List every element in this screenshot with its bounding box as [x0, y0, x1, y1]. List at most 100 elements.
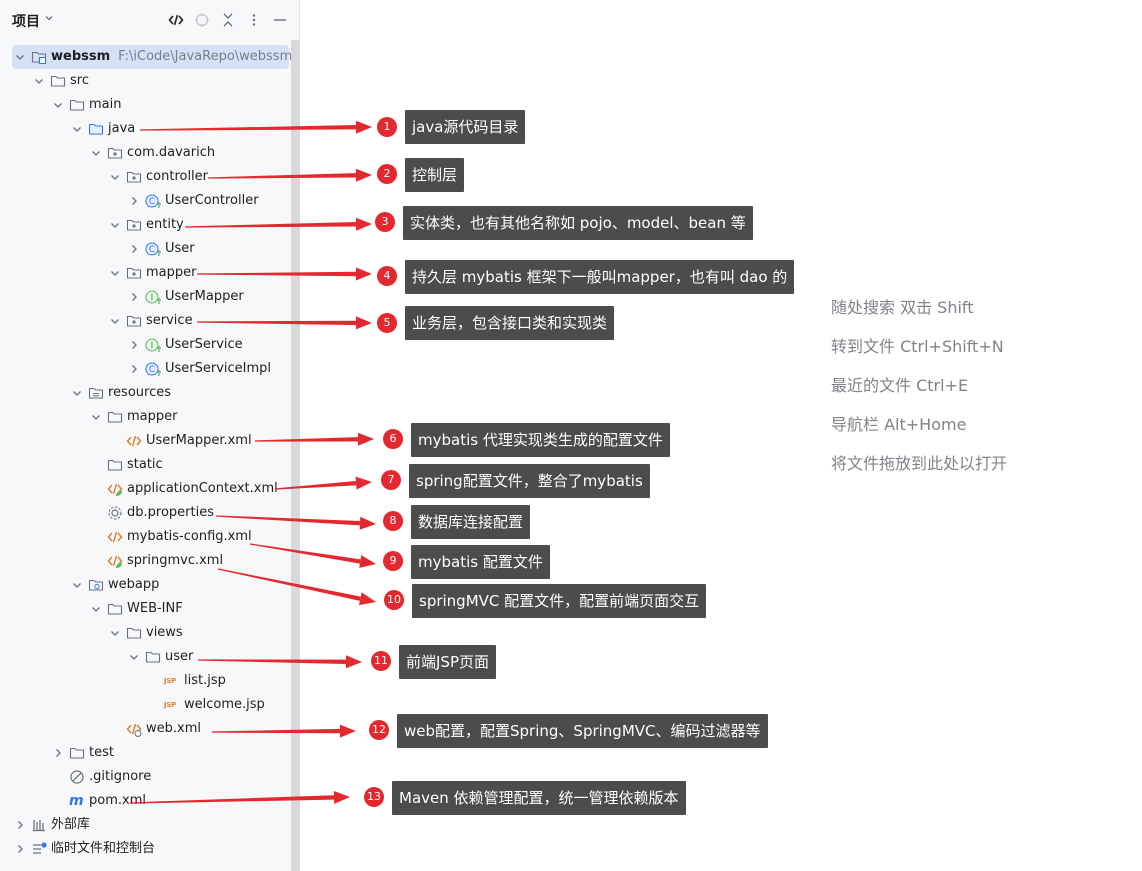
- annotation-arrow-head: [355, 476, 372, 490]
- tree-node-usermapper[interactable]: I UserMapper: [0, 285, 290, 309]
- chevron-right-icon[interactable]: [126, 289, 142, 305]
- tree-node-web-xml[interactable]: web.xml: [0, 717, 290, 741]
- chevron-down-icon[interactable]: [31, 73, 47, 89]
- tree-node-controller[interactable]: controller: [0, 165, 290, 189]
- tree-node-list-jsp[interactable]: JSP list.jsp: [0, 669, 290, 693]
- tree-node-user-folder[interactable]: user: [0, 645, 290, 669]
- chevron-down-icon[interactable]: [107, 625, 123, 641]
- more-options-icon[interactable]: [246, 12, 262, 28]
- tree-node-gitignore[interactable]: .gitignore: [0, 765, 290, 789]
- node-name: com.davarich: [127, 145, 216, 160]
- node-name: user: [165, 649, 194, 664]
- annotation-number-badge: 6: [383, 429, 403, 449]
- svg-text:C: C: [149, 365, 155, 375]
- tree-node-dbprops[interactable]: db.properties: [0, 501, 290, 525]
- class-icon: C: [145, 362, 161, 376]
- chevron-down-icon[interactable]: [50, 97, 66, 113]
- tree-node-webssm[interactable]: webssm F:\iCode\JavaRepo\webssm: [0, 45, 292, 69]
- jsp-icon: JSP: [164, 701, 176, 709]
- chevron-right-icon[interactable]: [12, 841, 28, 857]
- tree-node-appctx[interactable]: applicationContext.xml: [0, 477, 290, 501]
- chevron-right-icon[interactable]: [126, 337, 142, 353]
- chevron-down-icon[interactable]: [12, 49, 28, 65]
- tree-node-main[interactable]: main: [0, 93, 290, 117]
- tree-node-label: controller: [146, 168, 208, 186]
- locate-icon[interactable]: [194, 12, 210, 28]
- annotation-arrow-head: [333, 790, 350, 804]
- annotation-number-badge: 9: [383, 551, 403, 571]
- tree-node-label: UserService: [165, 336, 243, 354]
- chevron-down-icon[interactable]: [69, 121, 85, 137]
- tree-node-webapp[interactable]: webapp: [0, 573, 290, 597]
- tree-node-web-inf[interactable]: WEB-INF: [0, 597, 290, 621]
- tree-node-mapper-res[interactable]: mapper: [0, 405, 290, 429]
- annotation-callout: mybatis 代理实现类生成的配置文件: [411, 423, 670, 457]
- tree-node-scratches[interactable]: 临时文件和控制台: [0, 837, 290, 861]
- scrollbar[interactable]: [291, 40, 300, 871]
- tree-node-label: webapp: [108, 576, 159, 594]
- tree-node-views[interactable]: views: [0, 621, 290, 645]
- tree-node-ext-libs[interactable]: 外部库: [0, 813, 290, 837]
- chevron-down-icon[interactable]: [126, 649, 142, 665]
- tree-node-com-davarich[interactable]: com.davarich: [0, 141, 290, 165]
- tree-node-usermapper-xml[interactable]: UserMapper.xml: [0, 429, 290, 453]
- tree-node-user-class[interactable]: C User: [0, 237, 290, 261]
- package-icon: [107, 147, 123, 159]
- tree-node-springmvc[interactable]: springmvc.xml: [0, 549, 290, 573]
- tree-node-entity[interactable]: entity: [0, 213, 290, 237]
- chevron-right-icon[interactable]: [126, 361, 142, 377]
- chevron-down-icon[interactable]: [107, 169, 123, 185]
- tree-node-service[interactable]: service: [0, 309, 290, 333]
- tree-node-label: User: [165, 240, 195, 258]
- node-name: mapper: [146, 265, 197, 280]
- tree-node-test[interactable]: test: [0, 741, 290, 765]
- annotation-callout: springMVC 配置文件，配置前端页面交互: [412, 584, 707, 618]
- annotation-arrow-head: [359, 516, 376, 530]
- chevron-right-icon[interactable]: [126, 193, 142, 209]
- node-name: main: [89, 97, 122, 112]
- tree-node-src[interactable]: src: [0, 69, 290, 93]
- chevron-down-icon[interactable]: [88, 145, 104, 161]
- chevron-right-icon[interactable]: [126, 241, 142, 257]
- folder-icon: [107, 603, 123, 615]
- chevron-down-icon[interactable]: [69, 385, 85, 401]
- chevron-down-icon[interactable]: [88, 409, 104, 425]
- tree-node-usercontroller[interactable]: C UserController: [0, 189, 290, 213]
- node-name: mapper: [127, 409, 178, 424]
- panel-title[interactable]: 项目: [12, 11, 40, 31]
- chevron-right-icon[interactable]: [12, 817, 28, 833]
- source-folder-icon: [88, 123, 104, 135]
- tree-node-userservice[interactable]: I UserService: [0, 333, 290, 357]
- annotation-arrow-head: [355, 120, 372, 134]
- chevron-down-icon[interactable]: [107, 217, 123, 233]
- annotation-callout: Maven 依赖管理配置，统一管理依赖版本: [392, 781, 686, 815]
- tree-node-static[interactable]: static: [0, 453, 290, 477]
- node-name: list.jsp: [184, 673, 226, 688]
- chevron-down-icon[interactable]: [44, 13, 54, 23]
- tree-node-welcome-jsp[interactable]: JSP welcome.jsp: [0, 693, 290, 717]
- node-name: webssm: [51, 49, 111, 64]
- tree-node-mapper-pkg[interactable]: mapper: [0, 261, 290, 285]
- minimize-icon[interactable]: [272, 12, 288, 28]
- tree-node-userserviceimpl[interactable]: C UserServiceImpl: [0, 357, 290, 381]
- node-name: java: [108, 121, 136, 136]
- select-opened-file-icon[interactable]: [168, 12, 184, 28]
- chevron-down-icon[interactable]: [107, 265, 123, 281]
- chevron-down-icon[interactable]: [107, 313, 123, 329]
- tree-node-label: web.xml: [146, 720, 201, 738]
- annotation-arrow-head: [359, 592, 376, 606]
- annotation-number-badge: 1: [377, 117, 397, 137]
- class-icon: C: [145, 194, 161, 208]
- annotation-callout: java源代码目录: [405, 110, 526, 144]
- tree-node-mybatis-config[interactable]: mybatis-config.xml: [0, 525, 290, 549]
- collapse-all-icon[interactable]: [220, 12, 236, 28]
- tree-node-resources[interactable]: resources: [0, 381, 290, 405]
- tree-node-pom[interactable]: m pom.xml: [0, 789, 290, 813]
- chevron-down-icon[interactable]: [88, 601, 104, 617]
- tree-node-label: resources: [108, 384, 171, 402]
- node-name: static: [127, 457, 163, 472]
- chevron-down-icon[interactable]: [69, 577, 85, 593]
- chevron-right-icon[interactable]: [50, 745, 66, 761]
- tree-node-java[interactable]: java: [0, 117, 290, 141]
- ignore-icon: [70, 770, 84, 784]
